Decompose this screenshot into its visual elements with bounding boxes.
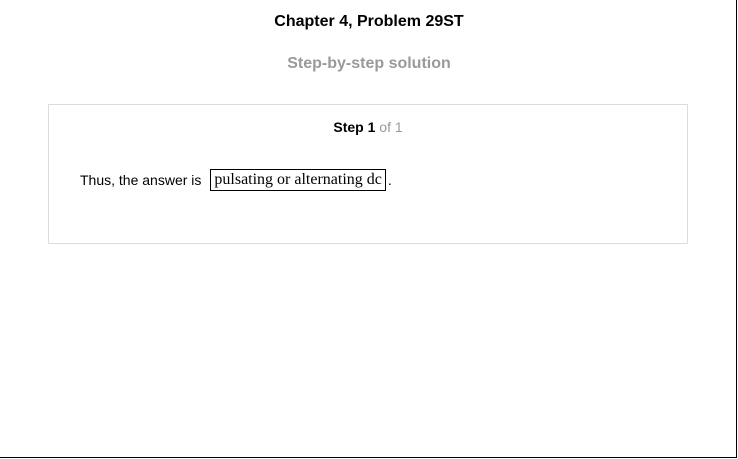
- step-number: 1: [367, 119, 376, 135]
- step-label-text: Step: [333, 119, 364, 135]
- solution-step-card: Step 1 of 1 Thus, the answer is pulsating…: [48, 104, 688, 244]
- page-subtitle: Step-by-step solution: [287, 55, 451, 72]
- answer-box: pulsating or alternating dc: [210, 169, 386, 192]
- answer-line: Thus, the answer is pulsating or alternat…: [80, 168, 392, 192]
- answer-lead-text: Thus, the answer is: [80, 172, 202, 189]
- answer-period: .: [387, 172, 392, 189]
- step-total: of 1: [379, 119, 403, 135]
- page-title: Chapter 4, Problem 29ST: [274, 13, 464, 30]
- step-heading: Step 1 of 1: [49, 119, 687, 135]
- step-label: Step 1: [333, 119, 375, 135]
